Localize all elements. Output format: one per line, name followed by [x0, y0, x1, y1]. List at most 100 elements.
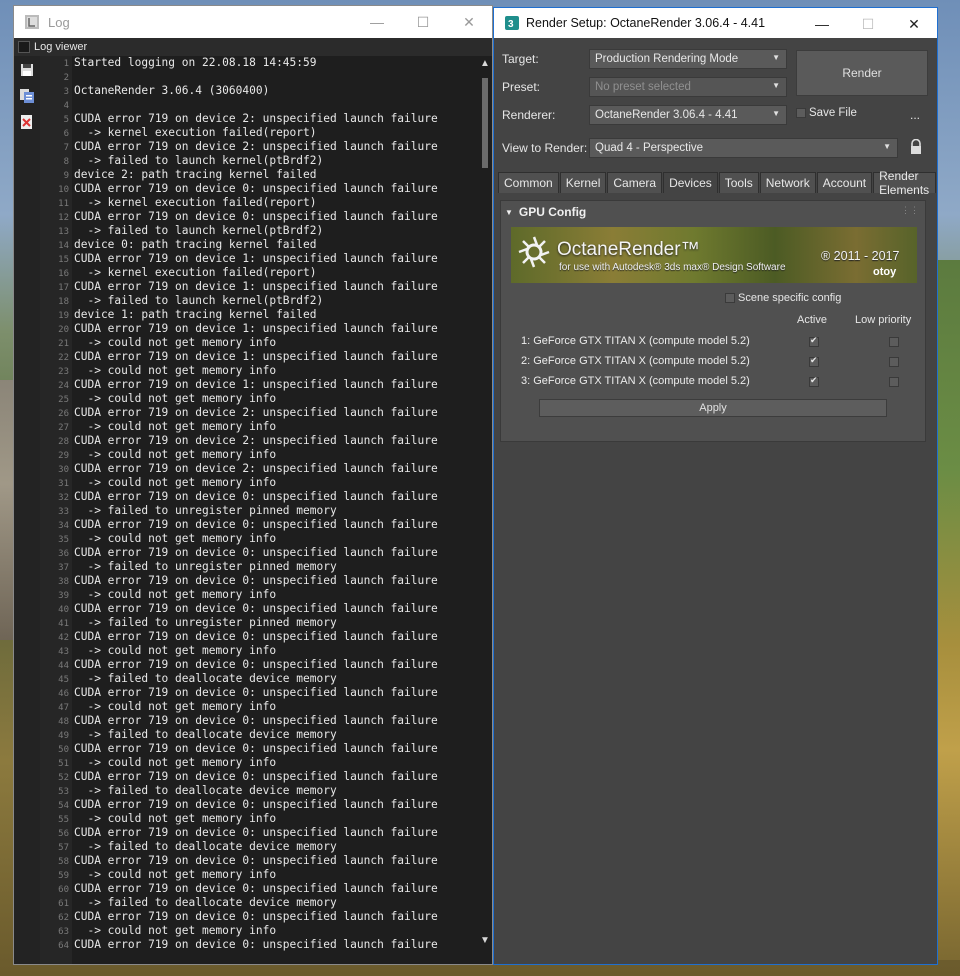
- gpu-row: 2: GeForce GTX TITAN X (compute model 5.…: [521, 355, 750, 367]
- line-number: 24: [58, 381, 69, 391]
- log-line: -> failed to deallocate device memory: [74, 672, 337, 685]
- lock-icon[interactable]: [909, 139, 923, 155]
- line-number: 15: [58, 255, 69, 265]
- gpu-row: 3: GeForce GTX TITAN X (compute model 5.…: [521, 375, 750, 387]
- log-line: device 0: path tracing kernel failed: [74, 238, 317, 251]
- tab-kernel[interactable]: Kernel: [559, 172, 607, 193]
- line-number: 60: [58, 885, 69, 895]
- maximize-icon[interactable]: ☐: [400, 6, 446, 38]
- gpu-low-priority-checkbox[interactable]: [889, 357, 899, 367]
- render-button[interactable]: Render: [796, 50, 928, 96]
- log-line: -> kernel execution failed(report): [74, 126, 317, 139]
- maximize-icon[interactable]: ☐: [845, 8, 891, 40]
- log-titlebar[interactable]: Log — ☐ ✕: [14, 6, 492, 38]
- gpu-active-checkbox[interactable]: [809, 375, 819, 387]
- drag-handle-icon[interactable]: ⋮⋮: [901, 205, 919, 216]
- line-number: 11: [58, 199, 69, 209]
- tab-account[interactable]: Account: [816, 172, 873, 193]
- log-window-title: Log: [48, 14, 70, 30]
- clear-log-icon[interactable]: [19, 114, 35, 130]
- renderer-dropdown[interactable]: OctaneRender 3.06.4 - 4.41 ▼: [589, 105, 787, 125]
- line-number: 44: [58, 661, 69, 671]
- log-line: CUDA error 719 on device 0: unspecified …: [74, 574, 438, 587]
- line-number: 8: [63, 157, 69, 167]
- gpu-active-checkbox[interactable]: [809, 335, 819, 347]
- scroll-down-icon[interactable]: ▼: [480, 935, 490, 946]
- line-number: 58: [58, 857, 69, 867]
- tab-network[interactable]: Network: [759, 172, 816, 193]
- octane-logo-icon: [518, 236, 550, 268]
- render-tabs: Common Kernel Camera Devices Tools Netwo…: [498, 169, 937, 197]
- line-number: 6: [63, 129, 69, 139]
- log-line: -> could not get memory info: [74, 868, 277, 881]
- log-line: CUDA error 719 on device 0: unspecified …: [74, 826, 438, 839]
- log-text[interactable]: Started logging on 22.08.18 14:45:59 Octa…: [72, 56, 478, 964]
- apply-button[interactable]: Apply: [539, 399, 887, 417]
- save-icon[interactable]: [19, 62, 35, 78]
- 3ds-max-icon: 3: [505, 16, 519, 30]
- log-line: CUDA error 719 on device 0: unspecified …: [74, 938, 438, 951]
- log-line: -> could not get memory info: [74, 476, 277, 489]
- log-line: -> could not get memory info: [74, 448, 277, 461]
- save-file-checkbox[interactable]: [796, 108, 806, 118]
- line-number: 51: [58, 759, 69, 769]
- browse-button[interactable]: ...: [910, 108, 920, 122]
- log-line: CUDA error 719 on device 2: unspecified …: [74, 462, 438, 475]
- log-scrollbar[interactable]: ▲ ▼: [478, 56, 492, 964]
- target-dropdown[interactable]: Production Rendering Mode ▼: [589, 49, 787, 69]
- log-line: -> kernel execution failed(report): [74, 266, 317, 279]
- gpu-config-header[interactable]: ▼ GPU Config: [505, 205, 586, 219]
- log-line: CUDA error 719 on device 0: unspecified …: [74, 854, 438, 867]
- scroll-up-icon[interactable]: ▲: [480, 58, 490, 69]
- line-number: 23: [58, 367, 69, 377]
- tab-render-elements[interactable]: Render Elements: [873, 169, 936, 197]
- tab-common[interactable]: Common: [498, 172, 559, 193]
- scrollbar-thumb[interactable]: [482, 78, 488, 168]
- tab-camera[interactable]: Camera: [607, 172, 663, 193]
- line-number: 30: [58, 465, 69, 475]
- gpu-row: 1: GeForce GTX TITAN X (compute model 5.…: [521, 335, 750, 347]
- tab-devices[interactable]: Devices: [663, 172, 718, 193]
- line-number: 7: [63, 143, 69, 153]
- copy-icon[interactable]: [19, 88, 35, 104]
- collapse-arrow-icon: ▼: [505, 207, 513, 217]
- minimize-icon[interactable]: —: [799, 8, 845, 40]
- view-to-render-dropdown[interactable]: Quad 4 - Perspective ▼: [589, 138, 898, 158]
- line-number: 38: [58, 577, 69, 587]
- log-line: CUDA error 719 on device 1: unspecified …: [74, 322, 438, 335]
- log-line: -> could not get memory info: [74, 924, 277, 937]
- line-number: 18: [58, 297, 69, 307]
- minimize-icon[interactable]: —: [354, 6, 400, 38]
- line-number: 25: [58, 395, 69, 405]
- tab-tools[interactable]: Tools: [718, 172, 759, 193]
- scene-specific-checkbox[interactable]: [725, 293, 735, 303]
- gpu-low-priority-checkbox[interactable]: [889, 337, 899, 347]
- line-number: 4: [63, 101, 69, 111]
- line-number: 59: [58, 871, 69, 881]
- line-number: 28: [58, 437, 69, 447]
- render-setup-title: Render Setup: OctaneRender 3.06.4 - 4.41: [526, 16, 766, 30]
- gpu-active-checkbox[interactable]: [809, 355, 819, 367]
- view-to-render-label: View to Render:: [502, 141, 588, 155]
- close-icon[interactable]: ✕: [891, 8, 937, 40]
- chevron-down-icon: ▼: [772, 81, 780, 90]
- save-file-label: Save File: [809, 107, 857, 119]
- view-to-render-value: Quad 4 - Perspective: [595, 142, 704, 154]
- octane-banner: OctaneRender™ for use with Autodesk® 3ds…: [511, 227, 917, 283]
- log-line: -> could not get memory info: [74, 756, 277, 769]
- save-file-control[interactable]: Save File: [796, 107, 857, 119]
- line-number: 33: [58, 507, 69, 517]
- render-setup-titlebar[interactable]: 3 Render Setup: OctaneRender 3.06.4 - 4.…: [494, 8, 937, 38]
- line-number-gutter: 1 2 3 4 5 6 7 8 9 10 11 12 13 14 15 16 17 18 19 20 21 22 23 24 2…: [40, 56, 72, 964]
- scene-specific-config[interactable]: Scene specific config: [725, 292, 841, 304]
- preset-value: No preset selected: [595, 81, 691, 93]
- close-icon[interactable]: ✕: [446, 6, 492, 38]
- line-number: 19: [58, 311, 69, 321]
- line-number: 62: [58, 913, 69, 923]
- preset-dropdown[interactable]: No preset selected ▼: [589, 77, 787, 97]
- line-number: 32: [58, 493, 69, 503]
- line-number: 55: [58, 815, 69, 825]
- log-app-icon: [25, 15, 39, 29]
- gpu-low-priority-checkbox[interactable]: [889, 377, 899, 387]
